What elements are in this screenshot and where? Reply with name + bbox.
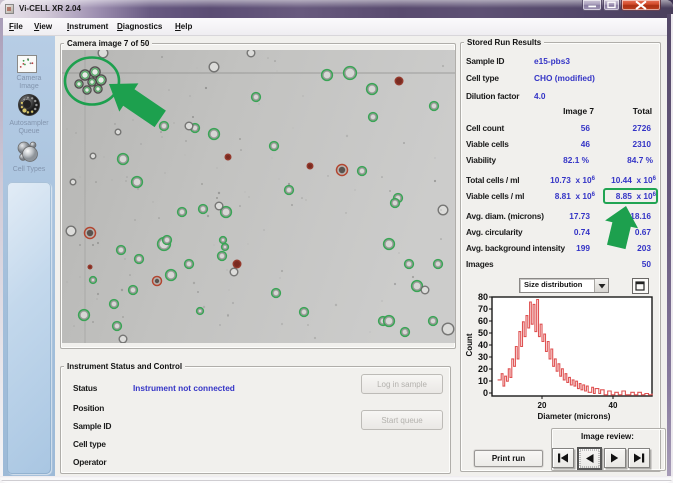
svg-text:0: 0	[483, 388, 488, 398]
svg-text:20: 20	[538, 401, 547, 410]
svg-text:70: 70	[478, 304, 488, 314]
svg-text:10: 10	[478, 376, 488, 386]
svg-text:Diameter (microns): Diameter (microns)	[538, 412, 611, 421]
svg-text:40: 40	[478, 340, 488, 350]
svg-text:20: 20	[478, 364, 488, 374]
svg-text:40: 40	[609, 401, 618, 410]
svg-text:50: 50	[478, 328, 488, 338]
svg-text:80: 80	[478, 292, 488, 302]
svg-text:30: 30	[478, 352, 488, 362]
svg-text:Count: Count	[465, 333, 474, 356]
svg-text:60: 60	[478, 316, 488, 326]
